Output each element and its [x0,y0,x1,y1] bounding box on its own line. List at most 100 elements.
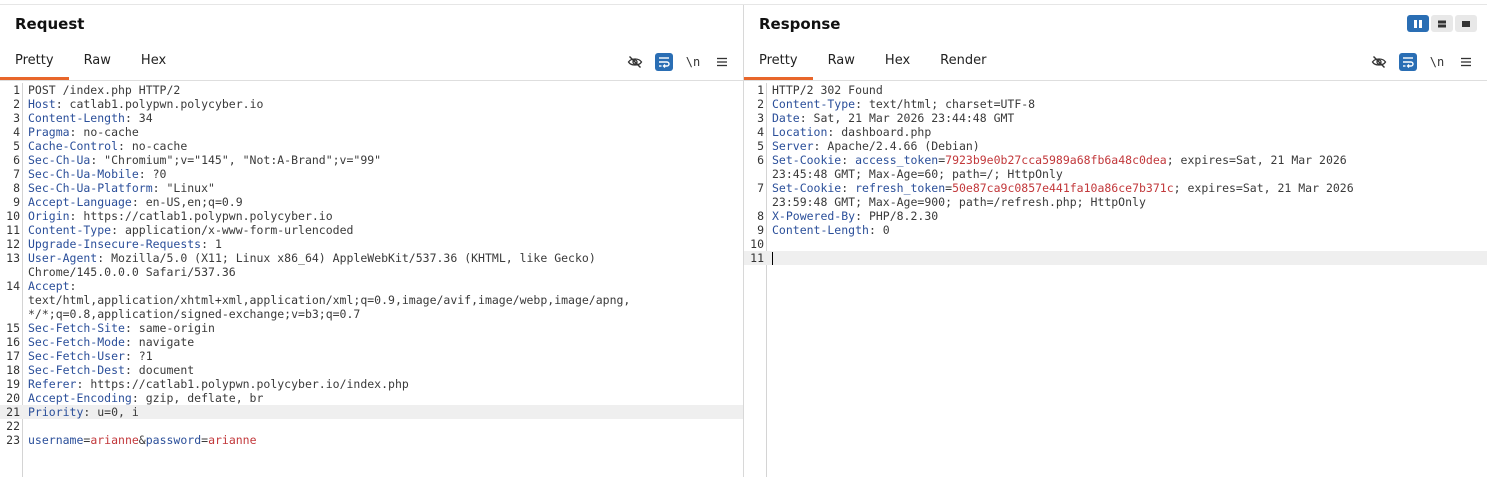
code-line: 14 Accept: text/html,application/xhtml+xm… [0,279,743,321]
token-text: : same-origin [124,321,215,335]
line-number: 2 [757,97,764,111]
line-number: 9 [757,223,764,237]
menu-icon[interactable] [1457,53,1475,71]
tab-hex[interactable]: Hex [126,49,181,80]
line-number: 6 [757,153,764,167]
line-number: 11 [750,251,764,265]
token-text: : navigate [124,335,195,349]
request-editor[interactable]: 1 POST /index.php HTTP/2 2 Host: catlab1.po… [0,83,743,477]
tab-raw[interactable]: Raw [69,49,126,80]
token-key: refresh_token [855,181,946,195]
token-key: Sec-Ch-Ua-Mobile [28,167,139,181]
line-number: 1 [757,83,764,97]
tab-pretty[interactable]: Pretty [744,49,813,80]
line-text: HTTP/2 302 Found [772,83,1477,97]
line-number: 20 [6,391,20,405]
line-text: Sec-Fetch-Site: same-origin [28,321,733,335]
token-key: Host [28,97,56,111]
code-line: 10 ​ [744,237,1487,251]
token-text: : u=0, i [83,405,139,419]
line-number: 1 [13,83,20,97]
line-number: 21 [6,405,20,419]
line-text: Set-Cookie: access_token=7923b9e0b27cca5… [772,153,1477,181]
token-text: : no-cache [69,125,139,139]
tabbar-rule [744,80,1487,81]
code-line: 1 HTTP/2 302 Found [744,83,1487,97]
token-text: HTTP/2 302 Found [772,83,883,97]
line-number: 10 [750,237,764,251]
token-text: : text/html; charset=UTF-8 [855,97,1036,111]
newline-icon[interactable]: \n [1428,53,1446,71]
wrap-lines-icon[interactable] [655,53,673,71]
line-number: 4 [13,125,20,139]
token-text: : text/html,application/xhtml+xml,applic… [28,279,631,321]
request-toolbar: \n [626,53,731,71]
layout-horizontal-icon[interactable] [1431,15,1453,32]
line-number: 7 [757,181,764,195]
token-text: : Apache/2.4.66 (Debian) [813,139,980,153]
response-editor[interactable]: 1 HTTP/2 302 Found 2 Content-Type: text/htm… [744,83,1487,477]
token-key: Sec-Ch-Ua [28,153,91,167]
token-text: : "Chromium";v="145", "Not:A-Brand";v="9… [90,153,382,167]
token-key: Sec-Fetch-User [28,349,125,363]
code-line: 3 Content-Length: 34 [0,111,743,125]
tab-raw[interactable]: Raw [813,49,870,80]
line-text: Sec-Fetch-Dest: document [28,363,733,377]
layout-single-icon[interactable] [1455,15,1477,32]
tab-hex[interactable]: Hex [870,49,925,80]
code-line: 5 Server: Apache/2.4.66 (Debian) [744,139,1487,153]
token-text: : 34 [124,111,153,125]
token-key: Origin [28,209,70,223]
line-number: 19 [6,377,20,391]
token-value-highlight: arianne [90,433,139,447]
newline-icon[interactable]: \n [684,53,702,71]
line-text: X-Powered-By: PHP/8.2.30 [772,209,1477,223]
line-number: 6 [13,153,20,167]
hide-nonprintable-icon[interactable] [626,53,644,71]
token-key: Server [772,139,814,153]
line-number: 3 [757,111,764,125]
token-key: Content-Length [28,111,125,125]
line-text: Content-Type: application/x-www-form-url… [28,223,733,237]
token-key: Accept-Language [28,195,132,209]
line-text: ​ [28,419,733,433]
layout-split-icon[interactable] [1407,15,1429,32]
line-number: 16 [6,335,20,349]
wrap-lines-icon[interactable] [1399,53,1417,71]
token-key: Content-Type [28,223,112,237]
code-line: 13 User-Agent: Mozilla/5.0 (X11; Linux x8… [0,251,743,279]
line-text: Cache-Control: no-cache [28,139,733,153]
line-text: Origin: https://catlab1.polypwn.polycybe… [28,209,733,223]
line-text: Content-Type: text/html; charset=UTF-8 [772,97,1477,111]
line-number: 4 [757,125,764,139]
token-key: Sec-Fetch-Mode [28,335,125,349]
line-text: Set-Cookie: refresh_token=50e87ca9c0857e… [772,181,1477,209]
code-line: 11 Content-Type: application/x-www-form-u… [0,223,743,237]
token-text: : gzip, deflate, br [131,391,264,405]
token-key: Referer [28,377,77,391]
code-line: 12 Upgrade-Insecure-Requests: 1 [0,237,743,251]
token-key: username [28,433,84,447]
token-value-highlight: 7923b9e0b27cca5989a68fb6a48c0dea [945,153,1167,167]
line-number: 15 [6,321,20,335]
line-text: Sec-Ch-Ua: "Chromium";v="145", "Not:A-Br… [28,153,733,167]
tab-pretty[interactable]: Pretty [0,49,69,80]
line-number: 5 [13,139,20,153]
hide-nonprintable-icon[interactable] [1370,53,1388,71]
tab-render[interactable]: Render [925,49,1001,80]
token-text: : document [124,363,195,377]
token-key: Date [772,111,800,125]
line-number: 17 [6,349,20,363]
code-line: 19 Referer: https://catlab1.polypwn.polyc… [0,377,743,391]
line-number: 18 [6,363,20,377]
menu-icon[interactable] [713,53,731,71]
line-number: 2 [13,97,20,111]
response-title: Response [759,15,841,33]
token-text: : [841,153,856,167]
token-text: : 1 [201,237,222,251]
line-text: Priority: u=0, i [28,405,733,419]
code-line: 4 Location: dashboard.php [744,125,1487,139]
token-text: : [841,181,856,195]
token-text: & [138,433,146,447]
token-text: : catlab1.polypwn.polycyber.io [55,97,264,111]
